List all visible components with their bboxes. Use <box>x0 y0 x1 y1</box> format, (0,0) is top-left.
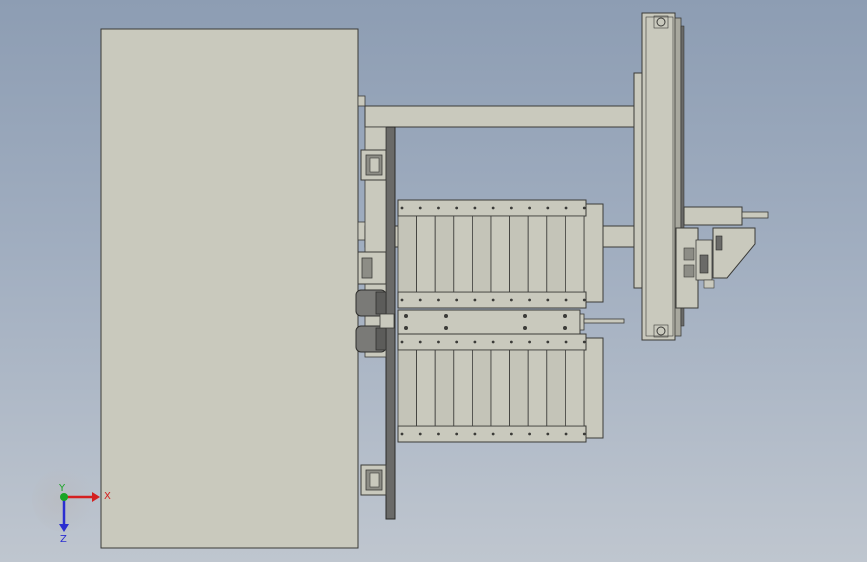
coordinate-triad: X Y Z <box>32 468 111 545</box>
magazine-slot <box>397 349 418 427</box>
bolt-hole <box>491 432 495 436</box>
lower-magazine[interactable] <box>397 333 604 443</box>
magazine-slot <box>471 349 492 427</box>
cabinet-tab-top <box>357 95 366 107</box>
assembly-view[interactable]: X Y Z <box>0 0 867 562</box>
bolt-hole <box>491 206 495 210</box>
bolt-hole <box>473 432 477 436</box>
bolt-hole <box>444 314 448 318</box>
magazine-slot <box>527 215 548 293</box>
base-cabinet[interactable] <box>100 28 359 549</box>
bolt-hole <box>546 298 550 302</box>
cad-viewport[interactable]: X Y Z <box>0 0 867 562</box>
upper-magazine[interactable] <box>397 199 604 309</box>
bolt-hole <box>509 432 513 436</box>
bolt-hole <box>437 206 440 210</box>
lower-slot-group <box>397 340 586 436</box>
bolt-hole <box>564 206 568 210</box>
upper-bracket[interactable] <box>360 149 387 181</box>
bolt-hole <box>523 314 527 318</box>
magazine-slot <box>434 349 455 427</box>
lower-bracket[interactable] <box>360 464 387 496</box>
magazine-slot <box>453 349 473 427</box>
bolt-hole <box>400 206 404 210</box>
z-axis-label: Z <box>60 534 67 545</box>
magazine-slot <box>490 215 511 293</box>
bolt-hole <box>564 298 568 302</box>
upper-beam[interactable] <box>364 105 643 128</box>
bolt-hole <box>455 340 459 344</box>
bolt-hole <box>455 432 459 436</box>
magazine-slot <box>565 349 585 427</box>
bolt-hole <box>444 326 448 330</box>
bolt-hole <box>509 206 513 210</box>
y-axis-origin <box>60 493 68 501</box>
magazine-slot <box>509 349 529 427</box>
bolt-hole <box>437 340 440 344</box>
bolt-hole <box>582 206 586 210</box>
y-axis-label: Y <box>58 483 66 494</box>
bolt-hole <box>473 340 477 344</box>
x-axis-label: X <box>104 491 111 502</box>
magazine-slot <box>490 349 511 427</box>
bolt-hole <box>546 206 550 210</box>
bolt-hole <box>400 432 404 436</box>
bolt-hole <box>563 326 567 330</box>
x-axis-arrowhead <box>92 492 100 502</box>
bolt-hole <box>564 432 568 436</box>
right-actuator[interactable] <box>675 206 769 309</box>
bolt-hole <box>546 432 550 436</box>
bolt-hole <box>491 340 495 344</box>
bolt-hole <box>404 326 408 330</box>
bolt-hole <box>491 298 495 302</box>
magazine-slot <box>546 349 566 427</box>
bolt-hole <box>563 314 567 318</box>
magazine-slot <box>471 215 492 293</box>
beam-post <box>633 72 643 289</box>
bolt-hole <box>528 206 531 210</box>
bolt-hole <box>564 340 568 344</box>
bolt-hole <box>582 432 586 436</box>
bolt-hole <box>528 298 531 302</box>
bolt-hole <box>455 206 459 210</box>
bolt-hole <box>418 432 422 436</box>
bolt-hole <box>509 340 513 344</box>
bolt-hole <box>582 298 586 302</box>
magazine-slot <box>397 215 418 293</box>
magazine-slot <box>416 215 436 293</box>
bolt-hole <box>437 432 440 436</box>
bolt-hole <box>400 298 404 302</box>
magazine-slot <box>453 215 473 293</box>
central-guide[interactable] <box>397 309 625 335</box>
magazine-slot <box>434 215 455 293</box>
bolt-hole <box>418 340 422 344</box>
bolt-hole <box>400 340 404 344</box>
bolt-hole <box>437 298 440 302</box>
bolt-hole <box>473 206 477 210</box>
bolt-hole <box>418 298 422 302</box>
bolt-hole <box>582 340 586 344</box>
magazine-slot <box>565 215 585 293</box>
bolt-hole <box>523 326 527 330</box>
bolt-hole <box>528 432 531 436</box>
bolt-hole <box>473 298 477 302</box>
magazine-slot <box>527 349 548 427</box>
magazine-slot <box>546 215 566 293</box>
bolt-hole <box>546 340 550 344</box>
magazine-slot <box>509 215 529 293</box>
bolt-hole <box>404 314 408 318</box>
bolt-hole <box>455 298 459 302</box>
bolt-hole <box>509 298 513 302</box>
magazine-slot <box>416 349 436 427</box>
upper-slot-group <box>397 206 586 302</box>
bolt-hole <box>418 206 422 210</box>
bolt-hole <box>528 340 531 344</box>
